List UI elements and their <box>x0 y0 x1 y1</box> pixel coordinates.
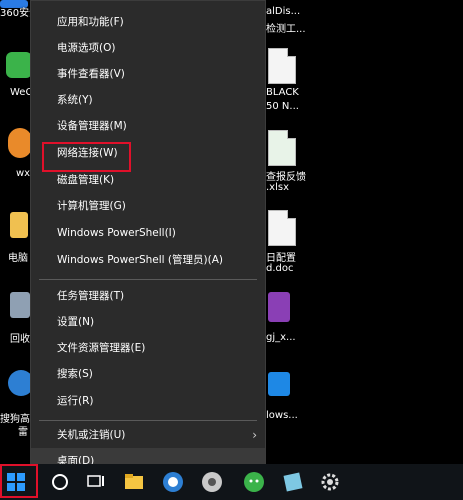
menu-label: Windows PowerShell(I) <box>57 227 176 239</box>
desktop-label-wx: wx <box>16 168 31 179</box>
taskbar <box>0 464 463 500</box>
desktop-label-r0b: 检测工... <box>266 24 306 35</box>
desktop-label-r5a: lows... <box>266 410 298 421</box>
desktop-label-r2a: 查报反馈 <box>266 172 306 183</box>
word-file-icon[interactable] <box>268 210 296 246</box>
menu-label: 应用和功能(F) <box>57 16 124 28</box>
menu-label: 电源选项(O) <box>57 42 116 54</box>
desktop-label-r3b: d.doc <box>266 263 294 274</box>
start-button-highlight-box <box>0 464 38 498</box>
computer-icon[interactable] <box>10 212 28 238</box>
menu-label: 设置(N) <box>57 316 95 328</box>
menu-separator <box>39 279 257 280</box>
menu-label: 任务管理器(T) <box>57 290 125 302</box>
menu-label: 运行(R) <box>57 395 94 407</box>
desktop-label-recycle-bin: 回收 <box>10 334 30 345</box>
menu-item-run[interactable]: 运行(R) <box>31 388 265 414</box>
desktop-label-r2b: .xlsx <box>266 182 290 193</box>
menu-label: 事件查看器(V) <box>57 68 125 80</box>
cortana-circle-icon[interactable] <box>48 470 72 494</box>
menu-item-apps-features[interactable]: 应用和功能(F) <box>31 9 265 35</box>
menu-item-device-manager[interactable]: 设备管理器(M) <box>31 113 265 139</box>
music-icon[interactable] <box>200 470 224 494</box>
menu-label: Windows PowerShell (管理员)(A) <box>57 254 223 266</box>
menu-separator <box>39 420 257 421</box>
settings-gear-icon[interactable] <box>318 470 342 494</box>
menu-label: 设备管理器(M) <box>57 120 127 132</box>
desktop-label-r3a: 日配置 <box>266 253 296 264</box>
menu-item-system[interactable]: 系统(Y) <box>31 87 265 113</box>
document-file-icon[interactable] <box>268 48 296 84</box>
menu-item-powershell-admin[interactable]: Windows PowerShell (管理员)(A) <box>31 247 265 273</box>
file-explorer-icon[interactable] <box>122 470 146 494</box>
menu-item-file-explorer[interactable]: 文件资源管理器(E) <box>31 335 265 361</box>
menu-label: 文件资源管理器(E) <box>57 342 146 354</box>
windows-installer-icon[interactable] <box>268 372 290 396</box>
winx-context-menu: 应用和功能(F) 电源选项(O) 事件查看器(V) 系统(Y) 设备管理器(M)… <box>30 0 266 474</box>
task-view-icon[interactable] <box>84 470 108 494</box>
chat-icon[interactable] <box>242 470 266 494</box>
desktop-label-r1b: 50 N... <box>266 101 299 112</box>
wechat-icon[interactable] <box>6 52 32 78</box>
menu-item-shutdown-signout[interactable]: 关机或注销(U) › <box>31 422 265 448</box>
menu-item-computer-management[interactable]: 计算机管理(G) <box>31 193 265 219</box>
recycle-bin-icon[interactable] <box>10 292 30 318</box>
desktop-label-r0a: alDis... <box>266 6 301 17</box>
menu-label: 搜索(S) <box>57 368 93 380</box>
network-connections-highlight-box <box>42 142 131 172</box>
desktop-label-r4a: gj_x... <box>266 332 296 343</box>
menu-item-powershell[interactable]: Windows PowerShell(I) <box>31 220 265 246</box>
menu-label: 关机或注销(U) <box>57 429 126 441</box>
desktop-label-r1a: BLACK <box>266 87 299 98</box>
sogou-browser-icon[interactable] <box>161 470 185 494</box>
excel-file-icon[interactable] <box>268 130 296 166</box>
notepad-icon[interactable] <box>281 470 305 494</box>
menu-label: 系统(Y) <box>57 94 93 106</box>
archive-file-icon[interactable] <box>268 292 290 322</box>
menu-item-search[interactable]: 搜索(S) <box>31 361 265 387</box>
menu-label: 计算机管理(G) <box>57 200 126 212</box>
menu-item-settings[interactable]: 设置(N) <box>31 309 265 335</box>
desktop-label-computer: 电脑 <box>8 253 28 264</box>
menu-item-power-options[interactable]: 电源选项(O) <box>31 35 265 61</box>
menu-item-event-viewer[interactable]: 事件查看器(V) <box>31 61 265 87</box>
desktop-label-sogou-2: 雷 <box>18 427 28 438</box>
menu-label: 磁盘管理(K) <box>57 174 115 186</box>
menu-item-task-manager[interactable]: 任务管理器(T) <box>31 283 265 309</box>
chevron-right-icon: › <box>252 428 257 442</box>
wx-app-icon[interactable] <box>8 128 32 158</box>
